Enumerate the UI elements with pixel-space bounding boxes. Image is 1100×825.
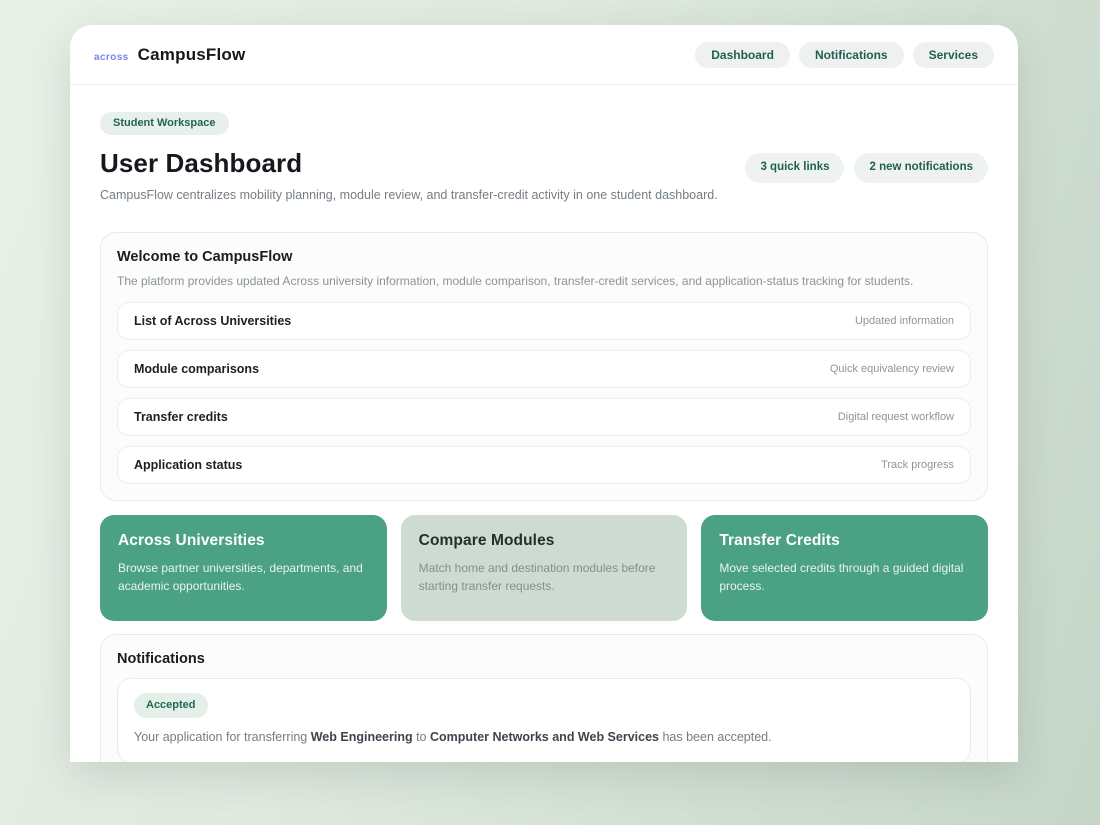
welcome-panel: Welcome to CampusFlow The platform provi…: [100, 232, 988, 501]
top-nav: Dashboard Notifications Services: [695, 41, 994, 68]
quick-row-module-comparisons[interactable]: Module comparisons Quick equivalency rev…: [117, 350, 971, 388]
quick-row-label: Transfer credits: [134, 410, 228, 424]
quick-row-meta: Digital request workflow: [837, 411, 954, 423]
across-logo: across: [94, 51, 129, 63]
status-badge: Accepted: [134, 693, 208, 718]
quick-links-badge: 3 quick links: [745, 153, 845, 183]
feature-description: Match home and destination modules befor…: [418, 561, 656, 593]
nav-dashboard[interactable]: Dashboard: [695, 41, 790, 68]
feature-description: Move selected credits through a guided d…: [719, 561, 964, 593]
page-background: across CampusFlow Dashboard Notification…: [0, 0, 1100, 825]
quick-row-label: Application status: [134, 458, 243, 472]
message-segment: to: [412, 730, 430, 744]
hero-row: User Dashboard CampusFlow centralizes mo…: [100, 148, 988, 202]
new-notifications-badge: 2 new notifications: [854, 153, 988, 183]
app-title: CampusFlow: [137, 44, 246, 64]
feature-card-across-universities[interactable]: Across Universities Browse partner unive…: [100, 515, 387, 621]
quick-row-application-status[interactable]: Application status Track progress: [117, 446, 971, 484]
feature-description: Browse partner universities, departments…: [118, 561, 363, 593]
welcome-description: The platform provides updated Across uni…: [117, 274, 914, 288]
quick-links-list: List of Across Universities Updated info…: [117, 302, 971, 484]
notification-item: Accepted Your application for transferri…: [117, 678, 971, 762]
message-segment: Your application for transferring: [134, 730, 311, 744]
quick-row-meta: Updated information: [854, 315, 954, 327]
quick-row-meta: Quick equivalency review: [829, 363, 954, 375]
content: Student Workspace User Dashboard CampusF…: [70, 85, 1018, 762]
nav-services[interactable]: Services: [912, 41, 994, 68]
message-segment: has been accepted.: [659, 730, 772, 744]
workspace-badge: Student Workspace: [100, 112, 229, 135]
hero-text: User Dashboard CampusFlow centralizes mo…: [100, 148, 718, 202]
feature-title: Transfer Credits: [719, 532, 840, 549]
notifications-title: Notifications: [117, 651, 205, 667]
quick-row-label: Module comparisons: [134, 362, 260, 376]
topbar: across CampusFlow Dashboard Notification…: [70, 25, 1018, 85]
feature-card-compare-modules[interactable]: Compare Modules Match home and destinati…: [400, 515, 688, 621]
welcome-title: Welcome to CampusFlow: [117, 249, 293, 265]
hero-badges: 3 quick links 2 new notifications: [745, 153, 988, 183]
feature-grid: Across Universities Browse partner unive…: [100, 515, 988, 621]
quick-row-universities[interactable]: List of Across Universities Updated info…: [117, 302, 971, 340]
page-title: User Dashboard: [100, 148, 303, 178]
nav-notifications[interactable]: Notifications: [798, 41, 904, 68]
feature-title: Across Universities: [118, 532, 265, 549]
brand: across CampusFlow: [94, 45, 245, 65]
message-segment-bold: Computer Networks and Web Services: [429, 730, 659, 744]
notifications-panel: Notifications Accepted Your application …: [100, 634, 988, 762]
notification-message: Your application for transferring Web En…: [134, 730, 954, 744]
message-segment-bold: Web Engineering: [310, 730, 413, 744]
page-subtitle: CampusFlow centralizes mobility planning…: [100, 188, 718, 202]
feature-title: Compare Modules: [418, 532, 555, 549]
feature-card-transfer-credits[interactable]: Transfer Credits Move selected credits t…: [701, 515, 988, 621]
main-card: across CampusFlow Dashboard Notification…: [70, 25, 1018, 762]
quick-row-label: List of Across Universities: [134, 314, 292, 328]
quick-row-meta: Track progress: [881, 459, 954, 471]
quick-row-transfer-credits[interactable]: Transfer credits Digital request workflo…: [117, 398, 971, 436]
